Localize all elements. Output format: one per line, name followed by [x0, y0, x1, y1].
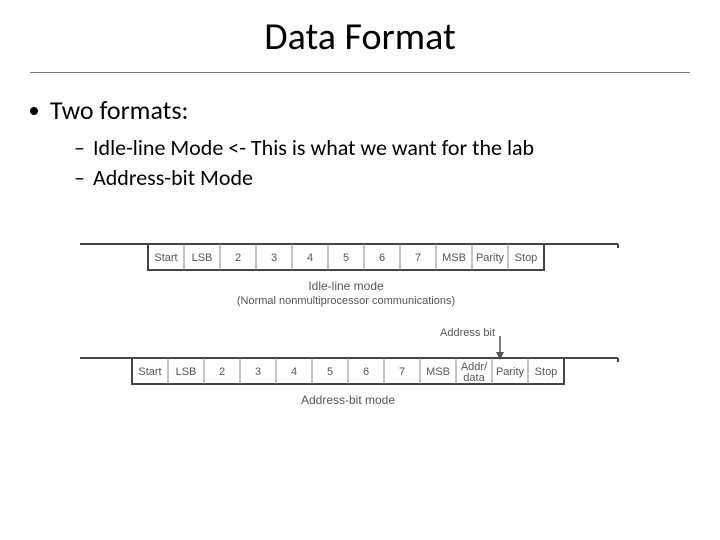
addr-marker: 7: [399, 366, 405, 378]
title-divider: [30, 72, 690, 73]
bullet-main-text: Two formats:: [50, 94, 189, 126]
idle-marker: 7: [415, 252, 421, 264]
address-bit-label: Address bit: [440, 327, 495, 339]
dash-icon: –: [74, 164, 85, 191]
slide-title: Data Format: [0, 14, 720, 60]
addr-marker: Start: [138, 366, 161, 378]
idle-marker: LSB: [192, 252, 213, 264]
idle-marker: 5: [343, 252, 349, 264]
addr-marker: 4: [291, 366, 297, 378]
addr-marker: Parity: [496, 366, 525, 378]
addr-marker: 6: [363, 366, 369, 378]
idle-mode-sublabel: (Normal nonmultiprocessor communications…: [237, 295, 455, 307]
idle-marker: 6: [379, 252, 385, 264]
idle-marker: Parity: [476, 252, 505, 264]
addr-marker: 3: [255, 366, 261, 378]
idle-mode-label: Idle-line mode: [308, 279, 384, 293]
idle-marker: MSB: [442, 252, 466, 264]
idle-line-frame: Start LSB 2 3 4 5 6 7 MSB Parity Stop Id…: [80, 244, 618, 307]
sub-bullet-2-text: Address-bit Mode: [93, 164, 253, 191]
addr-marker: LSB: [176, 366, 197, 378]
dash-icon: –: [74, 134, 85, 161]
idle-marker: Start: [154, 252, 177, 264]
idle-marker: 4: [307, 252, 313, 264]
bullet-main: Two formats:: [30, 94, 189, 126]
timing-diagram: Start LSB 2 3 4 5 6 7 MSB Parity Stop Id…: [80, 240, 640, 465]
idle-marker: 2: [235, 252, 241, 264]
addr-marker: 5: [327, 366, 333, 378]
addr-marker: 2: [219, 366, 225, 378]
addr-mode-label: Address-bit mode: [301, 393, 395, 407]
diagram-svg: Start LSB 2 3 4 5 6 7 MSB Parity Stop Id…: [80, 240, 640, 460]
address-bit-frame: Address bit: [80, 327, 618, 407]
bullet-dot-icon: [30, 107, 38, 115]
sub-bullet-2: –Address-bit Mode: [74, 164, 253, 191]
idle-marker: 3: [271, 252, 277, 264]
sub-bullet-1-text: Idle-line Mode <- This is what we want f…: [93, 134, 534, 161]
sub-bullet-1: –Idle-line Mode <- This is what we want …: [74, 134, 534, 161]
idle-marker: Stop: [515, 252, 538, 264]
addr-marker: MSB: [426, 366, 450, 378]
addr-marker-addrdata-2: data: [463, 372, 485, 384]
addr-marker: Stop: [535, 366, 558, 378]
